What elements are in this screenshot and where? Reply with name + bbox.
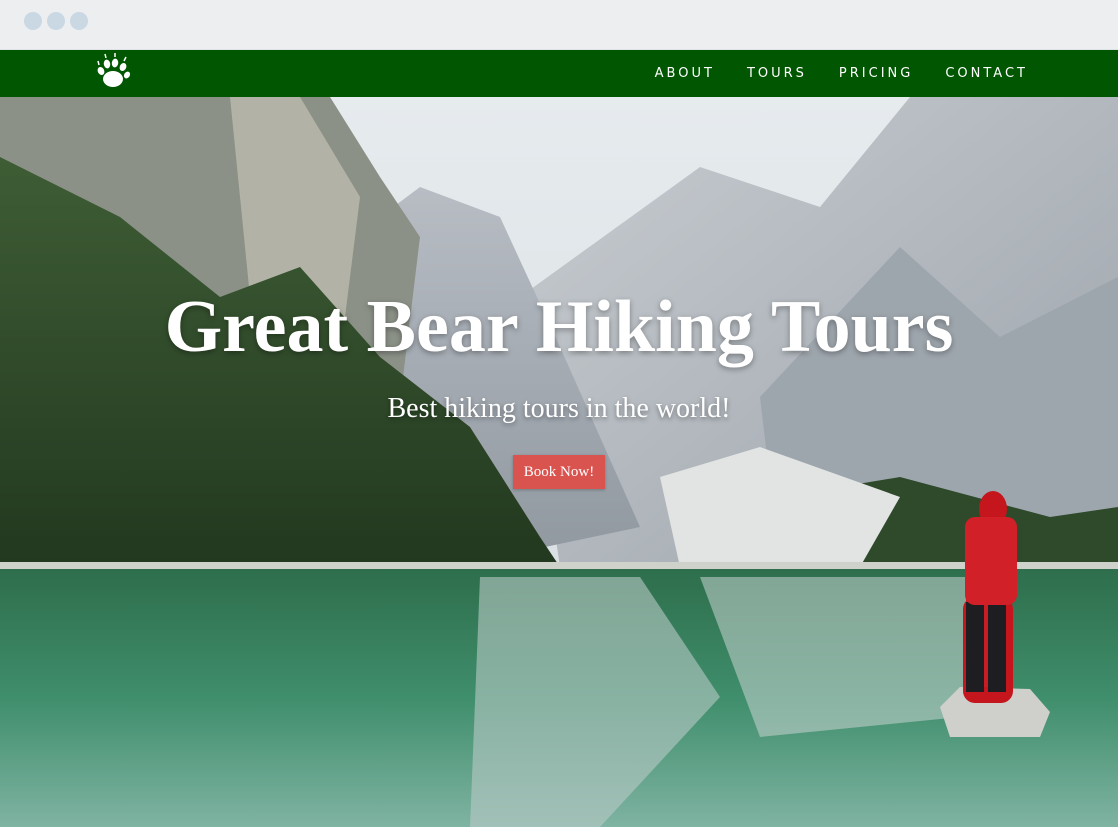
window-minimize-dot[interactable] xyxy=(47,12,65,30)
browser-chrome xyxy=(0,0,1118,50)
window-maximize-dot[interactable] xyxy=(70,12,88,30)
book-now-button[interactable]: Book Now! xyxy=(513,455,605,489)
nav-link-tours[interactable]: TOURS xyxy=(747,66,807,81)
nav-link-contact[interactable]: CONTACT xyxy=(945,66,1028,81)
window-close-dot[interactable] xyxy=(24,12,42,30)
hero-title: Great Bear Hiking Tours xyxy=(164,286,954,368)
nav-link-pricing[interactable]: PRICING xyxy=(839,66,913,81)
hero-section: Great Bear Hiking Tours Best hiking tour… xyxy=(0,97,1118,827)
navbar: ABOUT TOURS PRICING CONTACT xyxy=(0,50,1118,97)
nav-links: ABOUT TOURS PRICING CONTACT xyxy=(655,50,1028,97)
nav-link-about[interactable]: ABOUT xyxy=(655,66,715,81)
hero-subtitle: Best hiking tours in the world! xyxy=(387,393,731,424)
bear-paw-icon[interactable] xyxy=(93,53,133,93)
